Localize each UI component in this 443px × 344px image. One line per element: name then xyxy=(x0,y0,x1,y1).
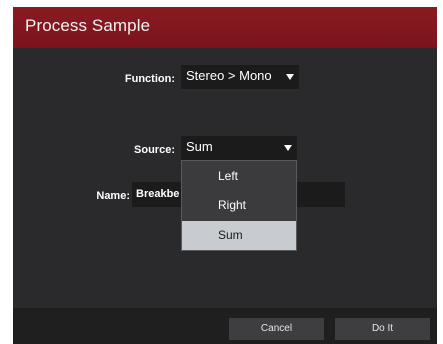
process-sample-dialog: Process Sample Function: Stereo > Mono S… xyxy=(13,7,437,344)
option-label: Sum xyxy=(218,228,243,242)
function-label: Function: xyxy=(124,73,175,85)
source-select[interactable]: Sum xyxy=(181,136,297,160)
function-select[interactable]: Stereo > Mono xyxy=(181,65,299,89)
option-label: Right xyxy=(218,198,247,212)
source-value: Sum xyxy=(186,139,213,154)
dropdown-option-right[interactable]: Right xyxy=(182,191,296,220)
dialog-title: Process Sample xyxy=(25,16,151,35)
dialog-footer: Cancel Do It xyxy=(13,308,437,344)
dropdown-option-left[interactable]: Left xyxy=(182,162,296,191)
source-label: Source: xyxy=(134,144,175,156)
function-value: Stereo > Mono xyxy=(186,68,272,83)
chevron-down-icon xyxy=(284,145,292,151)
source-dropdown-menu: Left Right Sum xyxy=(181,160,297,251)
option-label: Left xyxy=(218,169,239,183)
cancel-button[interactable]: Cancel xyxy=(229,318,324,340)
do-it-button[interactable]: Do It xyxy=(335,318,430,340)
dropdown-option-sum[interactable]: Sum xyxy=(182,221,296,250)
chevron-down-icon xyxy=(286,74,294,80)
title-bar: Process Sample xyxy=(13,7,437,48)
name-label: Name: xyxy=(96,190,130,202)
